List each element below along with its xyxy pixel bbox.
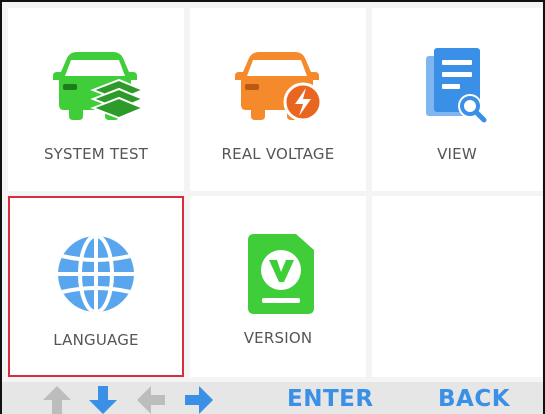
arrow-left-icon xyxy=(137,386,165,414)
enter-button[interactable]: ENTER xyxy=(287,386,374,412)
bottom-key-bar: ENTER BACK xyxy=(2,382,543,414)
arrow-down-icon[interactable] xyxy=(88,385,118,414)
menu-item-language[interactable]: LANGUAGE xyxy=(8,196,184,377)
menu-item-label: LANGUAGE xyxy=(53,331,139,349)
menu-item-real-voltage[interactable]: REAL VOLTAGE xyxy=(190,8,366,191)
menu-item-label: REAL VOLTAGE xyxy=(221,145,335,163)
arrow-right-icon[interactable] xyxy=(184,385,214,414)
version-v-icon xyxy=(248,234,314,314)
menu-item-label: VIEW xyxy=(437,145,477,163)
back-button[interactable]: BACK xyxy=(438,386,510,412)
menu-item-label: SYSTEM TEST xyxy=(43,145,149,163)
globe-icon xyxy=(58,236,134,312)
menu-item-label: VERSION xyxy=(243,329,313,347)
document-search-icon xyxy=(426,48,487,123)
menu-item-view[interactable]: VIEW xyxy=(372,8,542,191)
car-voltage-icon xyxy=(235,52,323,122)
menu-item-version[interactable]: VERSION xyxy=(190,196,366,377)
menu-item-system-test[interactable]: SYSTEM TEST xyxy=(8,8,184,191)
car-layers-icon xyxy=(53,52,143,120)
arrow-up-icon xyxy=(43,386,71,414)
menu-screen: SYSTEM TEST REAL VOLTAGE VIEW LANGUAGE V… xyxy=(0,0,545,414)
menu-item-empty xyxy=(372,196,542,377)
